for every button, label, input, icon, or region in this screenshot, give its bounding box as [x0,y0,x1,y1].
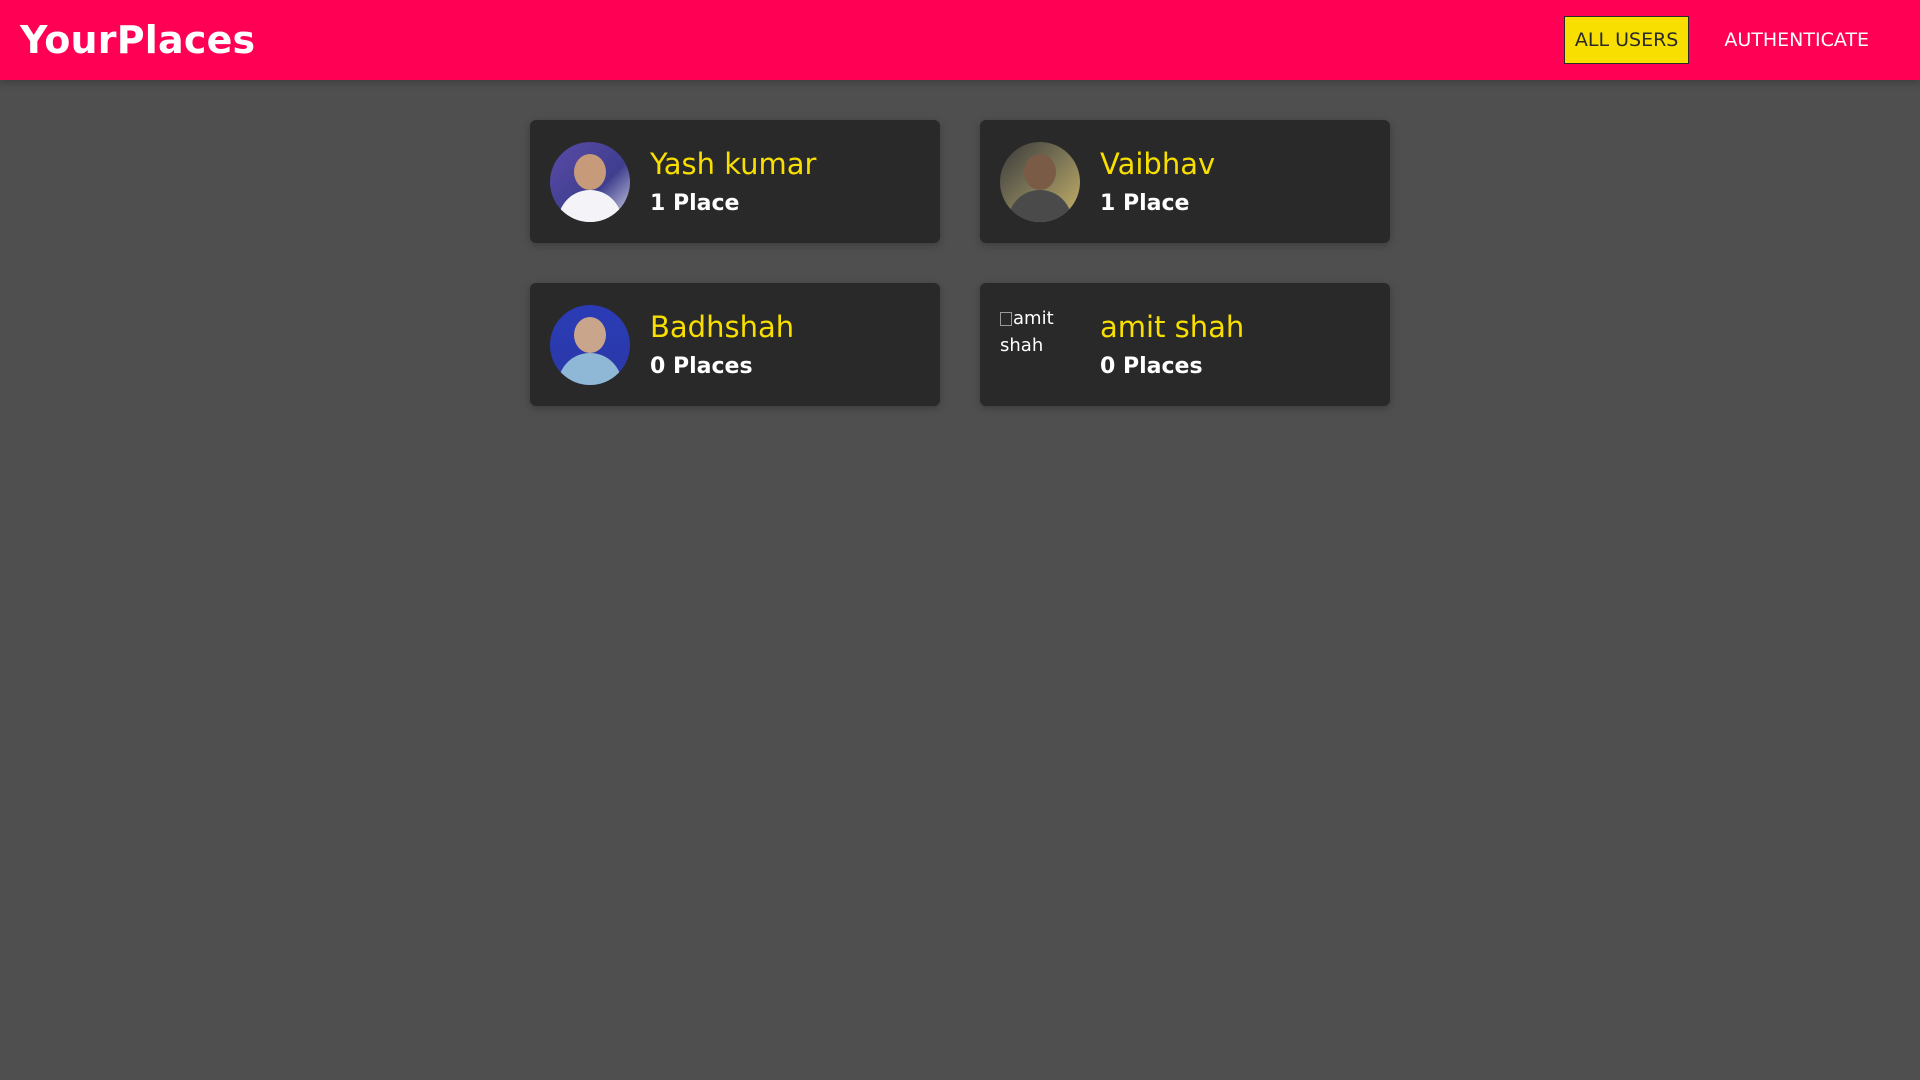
user-card-yash-kumar[interactable]: Yash kumar 1 Place [530,120,940,243]
broken-image-icon: amit shah [1000,305,1080,385]
user-avatar [550,141,630,222]
user-place-count: 1 Place [650,191,740,217]
user-card-amit-shah[interactable]: amit shah amit shah 0 Places [980,283,1390,406]
user-name: amit shah [1100,309,1245,344]
main-header: YourPlaces ALL USERS AUTHENTICATE [0,0,1920,80]
users-list: Yash kumar 1 Place Vaibhav 1 Place Badhs… [530,120,1390,406]
user-place-count: 0 Places [1100,354,1203,380]
main-nav: ALL USERS AUTHENTICATE [1563,16,1900,64]
user-place-count: 0 Places [650,354,753,380]
user-place-count: 1 Place [1100,191,1190,217]
user-info: Badhshah 0 Places [650,310,794,380]
user-avatar [1000,141,1080,222]
user-info: amit shah 0 Places [1100,310,1244,380]
nav-authenticate[interactable]: AUTHENTICATE [1713,16,1880,64]
user-name: Yash kumar [650,146,817,181]
user-info: Vaibhav 1 Place [1100,147,1215,217]
user-card-badhshah[interactable]: Badhshah 0 Places [530,283,940,406]
user-name: Vaibhav [1100,146,1216,181]
brand-logo-link[interactable]: YourPlaces [20,18,255,62]
user-avatar [550,304,630,385]
user-name: Badhshah [650,309,795,344]
user-info: Yash kumar 1 Place [650,147,816,217]
user-card-vaibhav[interactable]: Vaibhav 1 Place [980,120,1390,243]
nav-all-users[interactable]: ALL USERS [1563,16,1690,64]
